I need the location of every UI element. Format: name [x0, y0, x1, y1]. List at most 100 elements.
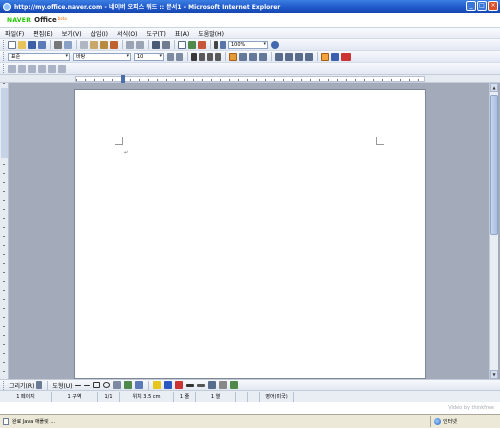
underline-icon[interactable] [207, 52, 213, 61]
paragraph-style-icon[interactable] [331, 52, 339, 61]
security-zone[interactable]: 인터넷 [430, 416, 500, 427]
show-marks-icon[interactable] [214, 40, 218, 49]
textbox-icon[interactable] [112, 381, 121, 389]
highlight-icon[interactable] [321, 52, 329, 61]
font-shrink-icon[interactable] [176, 52, 183, 61]
numbered-list-icon[interactable] [275, 52, 283, 61]
status-position: 위치 3.5 cm [120, 391, 174, 402]
menu-bar: 파일(F) 편집(E) 보기(V) 삽입(I) 서식(O) 도구(T) 표(A)… [0, 27, 500, 38]
strike-icon[interactable] [215, 52, 221, 61]
menu-edit[interactable]: 편집(E) [33, 29, 53, 38]
toolbar-separator [187, 52, 188, 61]
table-icon[interactable] [178, 40, 186, 49]
clipart-icon[interactable] [123, 381, 132, 389]
paste-icon[interactable] [100, 40, 108, 49]
new-doc-icon[interactable] [8, 40, 16, 49]
align-left-icon[interactable] [229, 52, 237, 61]
zoom-select[interactable]: 100% [228, 40, 268, 49]
align-right-icon[interactable] [249, 52, 257, 61]
fill-color-icon[interactable] [152, 381, 161, 389]
arrow-style-icon[interactable] [207, 381, 216, 389]
line-spacing-icon[interactable] [58, 64, 66, 73]
shadow-icon[interactable] [218, 381, 227, 389]
open-icon[interactable] [18, 40, 26, 49]
text-color-icon[interactable] [174, 381, 183, 389]
indent-icon[interactable] [305, 52, 313, 61]
save-icon[interactable] [28, 40, 36, 49]
tab-stop-icon[interactable] [8, 64, 16, 73]
outdent-icon[interactable] [295, 52, 303, 61]
rectangle-icon[interactable] [92, 382, 100, 388]
columns-icon[interactable] [28, 64, 36, 73]
style-select[interactable]: 표준 [8, 52, 70, 61]
line-icon[interactable] [74, 384, 81, 386]
toolbar-separator [225, 52, 226, 61]
find-icon[interactable] [152, 40, 160, 49]
oval-icon[interactable] [102, 382, 110, 388]
font-grow-icon[interactable] [167, 52, 174, 61]
vertical-ruler[interactable] [0, 83, 9, 379]
margin-icon[interactable] [18, 64, 26, 73]
maximize-button[interactable]: □ [477, 1, 487, 11]
image-icon[interactable] [134, 381, 143, 389]
scroll-up-button[interactable]: ▲ [490, 83, 498, 92]
format-painter-icon[interactable] [110, 40, 118, 49]
arrow-icon[interactable] [83, 384, 90, 386]
close-button[interactable]: × [488, 1, 498, 11]
3d-icon[interactable] [229, 381, 238, 389]
toolbar-grip[interactable] [3, 52, 5, 61]
naver-logo[interactable]: NAVER [7, 17, 31, 24]
draw-menu-button[interactable]: 그리기(R) [9, 381, 34, 390]
menu-table[interactable]: 표(A) [175, 29, 189, 38]
menu-tools[interactable]: 도구(T) [146, 29, 165, 38]
toolbar-grip[interactable] [3, 64, 5, 73]
toolbar-separator [210, 40, 211, 49]
toolbar-grip[interactable] [3, 380, 5, 390]
menu-format[interactable]: 서식(O) [117, 29, 137, 38]
align-center-icon[interactable] [239, 52, 247, 61]
insert-picture-icon[interactable] [188, 40, 196, 49]
brand-bar: NAVER Office beta [0, 13, 500, 27]
bold-icon[interactable] [191, 52, 197, 61]
document-page[interactable]: ↵ [74, 89, 426, 379]
cut-icon[interactable] [80, 40, 88, 49]
status-empty-1 [236, 391, 248, 402]
indent-marker[interactable] [121, 75, 125, 83]
help-icon[interactable] [271, 40, 279, 49]
redo-icon[interactable] [136, 40, 144, 49]
select-pointer-icon[interactable] [36, 381, 43, 389]
formatting-toolbar: 표준 바탕 10 [0, 50, 500, 62]
preview-icon[interactable] [64, 40, 72, 49]
chart-icon[interactable] [198, 40, 206, 49]
zoom-tool-icon[interactable] [162, 40, 170, 49]
menu-file[interactable]: 파일(F) [5, 29, 24, 38]
menu-insert[interactable]: 삽입(I) [91, 29, 109, 38]
italic-icon[interactable] [199, 52, 205, 61]
justify-icon[interactable] [259, 52, 267, 61]
line-style-icon[interactable] [185, 383, 194, 387]
toolbar-grip[interactable] [3, 40, 5, 49]
autoshape-menu-button[interactable]: 도형(U) [52, 381, 72, 390]
paragraph-mark-icon: ↵ [124, 150, 129, 156]
shading-icon[interactable] [48, 64, 56, 73]
scroll-down-button[interactable]: ▼ [490, 370, 498, 379]
border-icon[interactable] [38, 64, 46, 73]
line-color-icon[interactable] [163, 381, 172, 389]
print-icon[interactable] [54, 40, 62, 49]
vertical-scrollbar[interactable]: ▲ ▼ [489, 83, 498, 379]
copy-icon[interactable] [90, 40, 98, 49]
menu-help[interactable]: 도움말(H) [198, 29, 224, 38]
save-as-icon[interactable] [38, 40, 46, 49]
bullet-list-icon[interactable] [285, 52, 293, 61]
font-color-icon[interactable] [341, 52, 351, 61]
horizontal-ruler[interactable] [0, 74, 500, 83]
watermark: Video by thinkfree [448, 405, 494, 411]
minimize-button[interactable]: _ [466, 1, 476, 11]
scroll-thumb[interactable] [490, 95, 498, 235]
info-icon[interactable] [220, 40, 226, 49]
font-size-select[interactable]: 10 [134, 52, 164, 61]
font-select[interactable]: 바탕 [73, 52, 131, 61]
menu-view[interactable]: 보기(V) [62, 29, 82, 38]
dash-style-icon[interactable] [196, 383, 205, 387]
undo-icon[interactable] [126, 40, 134, 49]
